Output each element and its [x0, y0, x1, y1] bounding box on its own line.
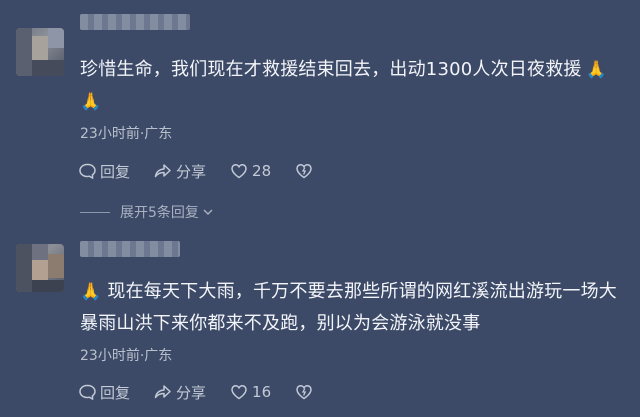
reply-button[interactable]: 回复 — [78, 161, 130, 182]
share-button[interactable]: 分享 — [154, 161, 206, 182]
pray-emoji: 🙏 — [80, 282, 102, 302]
heart-icon — [231, 164, 247, 179]
expand-replies-button[interactable]: 展开5条回复 — [80, 202, 214, 222]
reply-label: 回复 — [100, 162, 131, 181]
chevron-down-icon — [203, 209, 213, 215]
reply-button[interactable]: 回复 — [78, 382, 130, 403]
share-icon — [154, 164, 171, 178]
heart-icon — [231, 385, 247, 400]
comment-body: 珍惜生命，我们现在才救援结束回去，出动1300人次日夜救援 — [80, 59, 582, 80]
avatar[interactable] — [16, 244, 64, 292]
dislike-button[interactable] — [295, 162, 317, 180]
share-button[interactable]: 分享 — [154, 382, 206, 403]
reply-icon — [79, 384, 96, 401]
share-label: 分享 — [176, 383, 207, 402]
dislike-heart-icon — [296, 164, 312, 179]
like-count: 28 — [252, 162, 272, 180]
like-count: 16 — [252, 383, 272, 401]
expand-replies-label: 展开5条回复 — [120, 205, 199, 221]
comment-actions: 回复 分享 16 — [78, 381, 341, 403]
username-blurred[interactable] — [80, 14, 190, 30]
share-icon — [154, 385, 171, 399]
like-button[interactable]: 16 — [230, 383, 271, 401]
comment-body: 现在每天下大雨，千万不要去那些所谓的网红溪流出游玩一场大暴雨山洪下来你都来不及跑… — [80, 281, 617, 334]
username-blurred[interactable] — [80, 241, 180, 257]
share-label: 分享 — [176, 162, 207, 181]
comment-text: 珍惜生命，我们现在才救援结束回去，出动1300人次日夜救援 🙏🙏 — [80, 54, 628, 118]
like-button[interactable]: 28 — [230, 162, 271, 180]
comment-time-location: 23小时前·广东 — [80, 348, 173, 364]
avatar[interactable] — [16, 28, 64, 76]
dislike-button[interactable] — [295, 383, 317, 401]
comment-text: 🙏 现在每天下大雨，千万不要去那些所谓的网红溪流出游玩一场大暴雨山洪下来你都来不及… — [80, 276, 628, 340]
comment-actions: 回复 分享 28 — [78, 160, 341, 182]
reply-icon — [79, 163, 96, 180]
divider-line — [80, 211, 110, 213]
comment-time-location: 23小时前·广东 — [80, 126, 173, 142]
dislike-heart-icon — [296, 385, 312, 400]
reply-label: 回复 — [100, 383, 131, 402]
